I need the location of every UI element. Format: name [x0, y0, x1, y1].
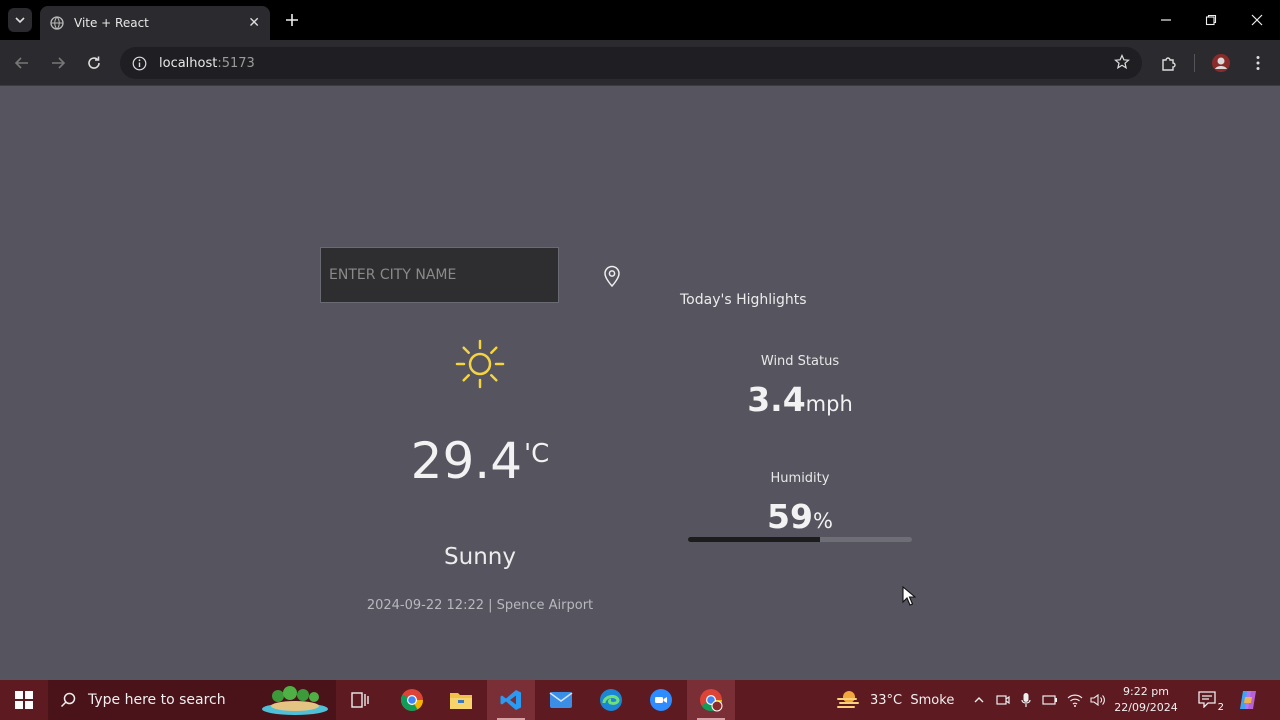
start-button[interactable] — [0, 680, 48, 720]
current-location-button[interactable] — [601, 264, 623, 288]
island-illustration-icon — [262, 686, 328, 715]
arrow-left-icon — [14, 57, 28, 69]
more-vertical-icon — [1256, 56, 1260, 70]
search-icon — [60, 692, 76, 708]
avatar-icon — [1212, 54, 1230, 72]
forward-button[interactable] — [47, 52, 69, 74]
microphone-icon — [1021, 693, 1031, 707]
datetime-location: 2024-09-22 12:22 | Spence Airport — [366, 598, 594, 613]
minimize-button[interactable] — [1156, 10, 1176, 30]
taskbar-mail[interactable] — [537, 680, 585, 720]
chrome-profile-icon — [700, 689, 723, 712]
taskbar-chrome[interactable] — [388, 680, 436, 720]
browser-toolbar: localhost:5173 — [0, 40, 1280, 86]
windows-taskbar: Type here to search 33°C Smoke 9:22 pm 2… — [0, 680, 1280, 720]
globe-icon — [50, 16, 64, 30]
humidity-label: Humidity — [770, 471, 830, 486]
new-tab-button[interactable] — [280, 8, 304, 32]
tray-meet-now[interactable] — [995, 692, 1011, 708]
tab-title: Vite + React — [74, 16, 149, 30]
taskbar-file-explorer[interactable] — [437, 680, 485, 720]
arrow-right-icon — [52, 57, 66, 69]
tray-wifi[interactable] — [1067, 692, 1083, 708]
address-bar[interactable]: localhost:5173 — [120, 47, 1142, 79]
zoom-icon — [650, 689, 672, 711]
volume-icon — [1090, 693, 1105, 707]
copilot-icon — [1240, 691, 1256, 709]
taskbar-search-box[interactable]: Type here to search — [48, 680, 336, 720]
tray-copilot[interactable] — [1236, 688, 1260, 712]
chrome-icon — [401, 689, 423, 711]
wind-status-value: 3.4mph — [747, 380, 853, 419]
battery-icon — [1042, 695, 1057, 705]
mail-icon — [549, 692, 573, 708]
chevron-up-icon — [974, 697, 984, 703]
location-pin-icon — [604, 265, 620, 287]
close-tab-icon[interactable]: ✕ — [248, 15, 260, 31]
url-text: localhost:5173 — [159, 55, 255, 71]
close-window-button[interactable] — [1247, 10, 1267, 30]
taskbar-edge[interactable] — [587, 680, 635, 720]
reload-icon — [88, 56, 100, 69]
browser-tab[interactable]: Vite + React ✕ — [40, 6, 270, 40]
close-icon — [1251, 14, 1263, 26]
browser-menu-button[interactable] — [1247, 52, 1269, 74]
notification-count: 2 — [1217, 702, 1224, 713]
toolbar-divider — [1194, 54, 1195, 72]
clock-date: 22/09/2024 — [1114, 701, 1178, 714]
puzzle-icon — [1162, 57, 1176, 71]
taskbar-search-placeholder: Type here to search — [88, 692, 226, 708]
taskbar-chrome-profile[interactable] — [687, 680, 735, 720]
taskbar-weather-text: 33°C Smoke — [870, 692, 955, 708]
humidity-progress-fill — [688, 537, 821, 542]
sun-icon — [455, 339, 505, 389]
city-search-input[interactable] — [320, 247, 559, 303]
temperature-display: 29.4'C — [300, 432, 660, 490]
task-view-icon — [351, 692, 369, 708]
restore-button[interactable] — [1201, 10, 1221, 30]
taskbar-clock[interactable]: 9:22 pm 22/09/2024 — [1110, 684, 1182, 716]
edge-icon — [600, 689, 622, 711]
wifi-icon — [1067, 694, 1083, 707]
notification-center-button[interactable]: 2 — [1198, 690, 1224, 713]
humidity-progress-bar — [688, 537, 912, 542]
wind-status-label: Wind Status — [760, 354, 840, 369]
show-hidden-icons-button[interactable] — [971, 692, 987, 708]
vscode-icon — [500, 690, 521, 710]
folder-icon — [450, 693, 472, 709]
tray-microphone[interactable] — [1018, 692, 1034, 708]
task-view-button[interactable] — [336, 680, 384, 720]
taskbar-weather-widget[interactable]: 33°C Smoke — [836, 680, 954, 720]
notification-icon — [1198, 691, 1216, 709]
restore-icon — [1205, 14, 1217, 26]
chevron-down-icon — [15, 17, 25, 24]
windows-logo-icon — [15, 691, 33, 709]
star-icon — [1114, 54, 1130, 70]
weather-condition: Sunny — [444, 544, 516, 570]
smoke-weather-icon — [837, 691, 859, 708]
tray-volume[interactable] — [1090, 692, 1106, 708]
taskbar-zoom[interactable] — [637, 680, 685, 720]
extensions-button[interactable] — [1158, 52, 1180, 74]
temperature-value: 29.4 — [410, 432, 522, 490]
minimize-icon — [1161, 19, 1171, 21]
humidity-value: 59% — [767, 497, 833, 536]
browser-tab-bar: Vite + React ✕ — [0, 0, 1280, 40]
temperature-unit: 'C — [524, 439, 550, 469]
reload-button[interactable] — [83, 52, 105, 74]
camera-icon — [996, 695, 1010, 705]
back-button[interactable] — [11, 52, 33, 74]
plus-icon — [286, 14, 298, 26]
bookmark-button[interactable] — [1114, 54, 1130, 74]
tray-battery[interactable] — [1042, 692, 1058, 708]
taskbar-vscode[interactable] — [487, 680, 535, 720]
profile-avatar[interactable] — [1210, 52, 1232, 74]
mouse-cursor-icon — [902, 586, 916, 606]
highlights-title: Today's Highlights — [680, 292, 807, 308]
clock-time: 9:22 pm — [1123, 685, 1169, 698]
info-icon[interactable] — [132, 56, 147, 71]
tab-search-button[interactable] — [8, 8, 32, 32]
